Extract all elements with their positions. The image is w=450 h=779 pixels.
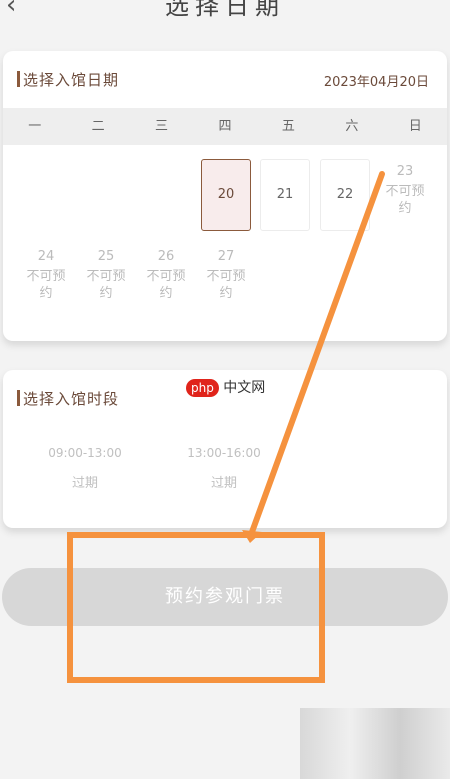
book-ticket-button[interactable]: 预约参观门票 (2, 568, 448, 626)
slot-time: 13:00-16:00 (187, 446, 261, 460)
time-heading-label: 选择入馆时段 (23, 390, 120, 408)
day-cell-23: 23 不可预约 (380, 163, 430, 235)
time-slot-morning[interactable]: 09:00-13:00 过期 (25, 446, 145, 491)
unavailable-note: 不可预约 (146, 269, 186, 301)
date-selection-card: 选择入馆日期 2023年04月20日 一 二 三 四 五 六 日 20 21 2… (3, 51, 447, 341)
heading-accent-bar (17, 71, 20, 87)
top-bar: ‹ 选择日期 (0, 0, 450, 20)
weekday-header: 一 二 三 四 五 六 日 (3, 108, 447, 145)
day-cell-21[interactable]: 21 (260, 159, 310, 231)
day-cell-24: 24 不可预约 (21, 248, 71, 320)
slot-status: 过期 (71, 476, 98, 491)
day-cell-27: 27 不可预约 (201, 248, 251, 320)
day-number: 26 (157, 249, 175, 264)
weekday-label: 日 (408, 119, 422, 134)
time-slot-afternoon[interactable]: 13:00-16:00 过期 (164, 446, 284, 491)
day-number: 23 (396, 164, 414, 179)
weekday-label: 二 (91, 119, 105, 134)
day-cell-26: 26 不可预约 (141, 248, 191, 320)
unavailable-note: 不可预约 (385, 184, 425, 216)
day-number: 20 (217, 187, 235, 202)
time-section-heading: 选择入馆时段 (17, 388, 119, 409)
day-number: 21 (276, 187, 294, 202)
day-number: 24 (37, 249, 55, 264)
site-watermark: php 中文网 (186, 377, 265, 397)
unavailable-note: 不可预约 (26, 269, 66, 301)
annotation-arrow-head (242, 530, 262, 543)
day-number: 22 (336, 187, 354, 202)
weekday-label: 一 (28, 119, 42, 134)
slot-status: 过期 (210, 476, 237, 491)
day-cell-20[interactable]: 20 (201, 159, 251, 231)
selected-date-display: 2023年04月20日 (323, 75, 429, 90)
date-section-heading: 选择入馆日期 (17, 69, 119, 90)
heading-accent-bar (17, 390, 20, 406)
page-title: 选择日期 (165, 0, 285, 20)
day-number: 25 (97, 249, 115, 264)
weekday-label: 四 (218, 119, 232, 134)
blurred-area (300, 708, 450, 779)
weekday-label: 三 (155, 119, 169, 134)
weekday-label: 六 (345, 119, 359, 134)
date-heading-label: 选择入馆日期 (23, 71, 120, 89)
unavailable-note: 不可预约 (86, 269, 126, 301)
weekday-label: 五 (281, 119, 295, 134)
watermark-logo: php (186, 379, 219, 397)
day-cell-22[interactable]: 22 (320, 159, 370, 231)
unavailable-note: 不可预约 (206, 269, 246, 301)
slot-time: 09:00-13:00 (48, 446, 122, 460)
watermark-text: 中文网 (223, 380, 266, 396)
day-number: 27 (217, 249, 235, 264)
day-cell-25: 25 不可预约 (81, 248, 131, 320)
